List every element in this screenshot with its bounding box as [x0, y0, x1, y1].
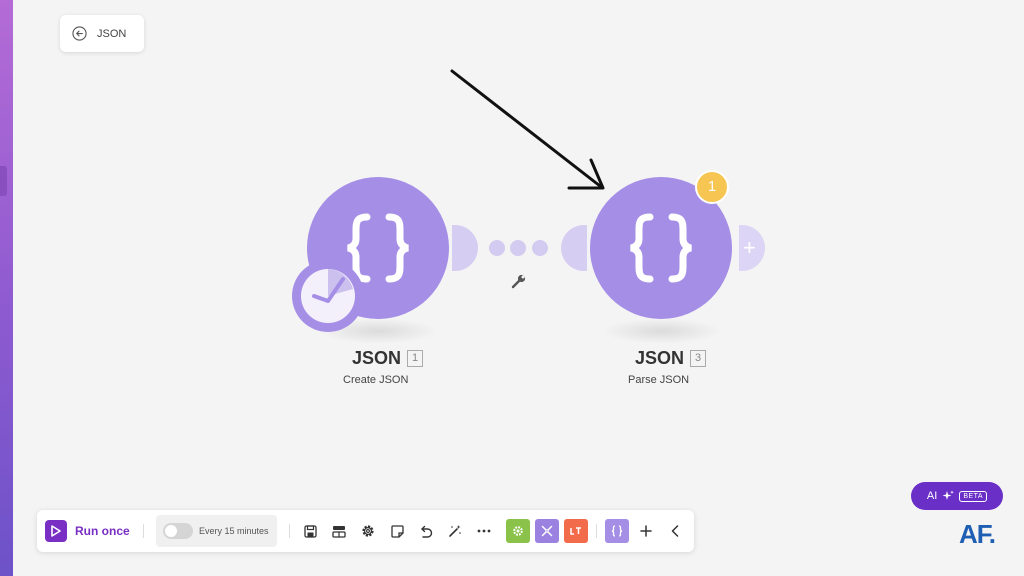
add-module-button[interactable]: + [739, 225, 765, 271]
sidebar-handle[interactable] [0, 166, 7, 196]
module-1-subtitle: Create JSON [343, 374, 409, 386]
scenario-settings-button[interactable] [328, 510, 350, 552]
beta-badge: BETA [959, 490, 988, 502]
module-1-output-port[interactable] [452, 225, 478, 271]
add-app-button[interactable] [635, 510, 657, 552]
clock-icon [301, 269, 355, 323]
magic-wand-icon [449, 525, 461, 537]
gear-icon [362, 525, 374, 537]
bottom-toolbar: Run once Every 15 minutes [37, 510, 694, 552]
flow-control-button[interactable] [535, 519, 559, 543]
arrow-left-circle-icon [72, 26, 87, 41]
save-icon [303, 524, 317, 538]
collapse-toolbar-button[interactable] [664, 510, 686, 552]
module-3-title: JSON 3 [635, 348, 707, 369]
settings-button[interactable] [357, 510, 379, 552]
scenario-title: JSON [97, 27, 127, 40]
operations-count-badge[interactable]: 1 [695, 170, 729, 204]
flow-control-icon [541, 525, 553, 537]
connection-dot[interactable] [532, 240, 548, 256]
module-1-number: 1 [407, 350, 424, 367]
wrench-icon[interactable] [511, 273, 527, 289]
gear-icon [513, 526, 523, 536]
undo-button[interactable] [415, 510, 437, 552]
save-button[interactable] [299, 510, 321, 552]
module-3-subtitle: Parse JSON [628, 374, 690, 386]
undo-icon [421, 525, 433, 538]
layout-icon [332, 525, 346, 538]
sparkle-icon [942, 490, 955, 500]
schedule-control: Every 15 minutes [156, 515, 277, 547]
text-parser-button[interactable] [564, 519, 588, 543]
tools-button[interactable] [506, 519, 530, 543]
side-strip [0, 0, 13, 576]
module-3-number: 3 [690, 350, 707, 367]
chevron-left-icon [671, 525, 679, 537]
plus-icon [640, 525, 652, 537]
text-parser-icon [570, 527, 581, 535]
toolbar-divider [596, 524, 597, 538]
schedule-label[interactable]: Every 15 minutes [199, 526, 269, 536]
ai-assistant-button[interactable]: AI BETA [911, 482, 1003, 510]
notes-button[interactable] [386, 510, 408, 552]
connection-dot[interactable] [510, 240, 526, 256]
more-horizontal-icon [477, 529, 491, 533]
play-icon [45, 520, 67, 542]
back-button[interactable]: JSON [60, 15, 144, 52]
module-1-title: JSON 1 [352, 348, 424, 369]
module-shadow [602, 318, 722, 344]
module-3-input-port[interactable] [561, 225, 587, 271]
toolbar-divider [289, 524, 290, 538]
auto-align-button[interactable] [444, 510, 466, 552]
ai-label: AI [926, 490, 938, 502]
braces-icon [611, 525, 623, 537]
json-module-button[interactable] [605, 519, 629, 543]
connection-dot[interactable] [489, 240, 505, 256]
module-3-name: JSON [635, 348, 685, 368]
braces-icon [630, 213, 692, 283]
note-icon [390, 524, 404, 538]
run-once-label: Run once [75, 524, 130, 538]
toolbar-divider [143, 524, 144, 538]
module-1-name: JSON [352, 348, 402, 368]
scheduling-toggle[interactable] [163, 523, 193, 539]
more-options-button[interactable] [473, 510, 495, 552]
schedule-trigger[interactable] [292, 260, 364, 332]
run-once-button[interactable]: Run once [45, 510, 130, 552]
watermark-logo: AF. [959, 519, 996, 549]
